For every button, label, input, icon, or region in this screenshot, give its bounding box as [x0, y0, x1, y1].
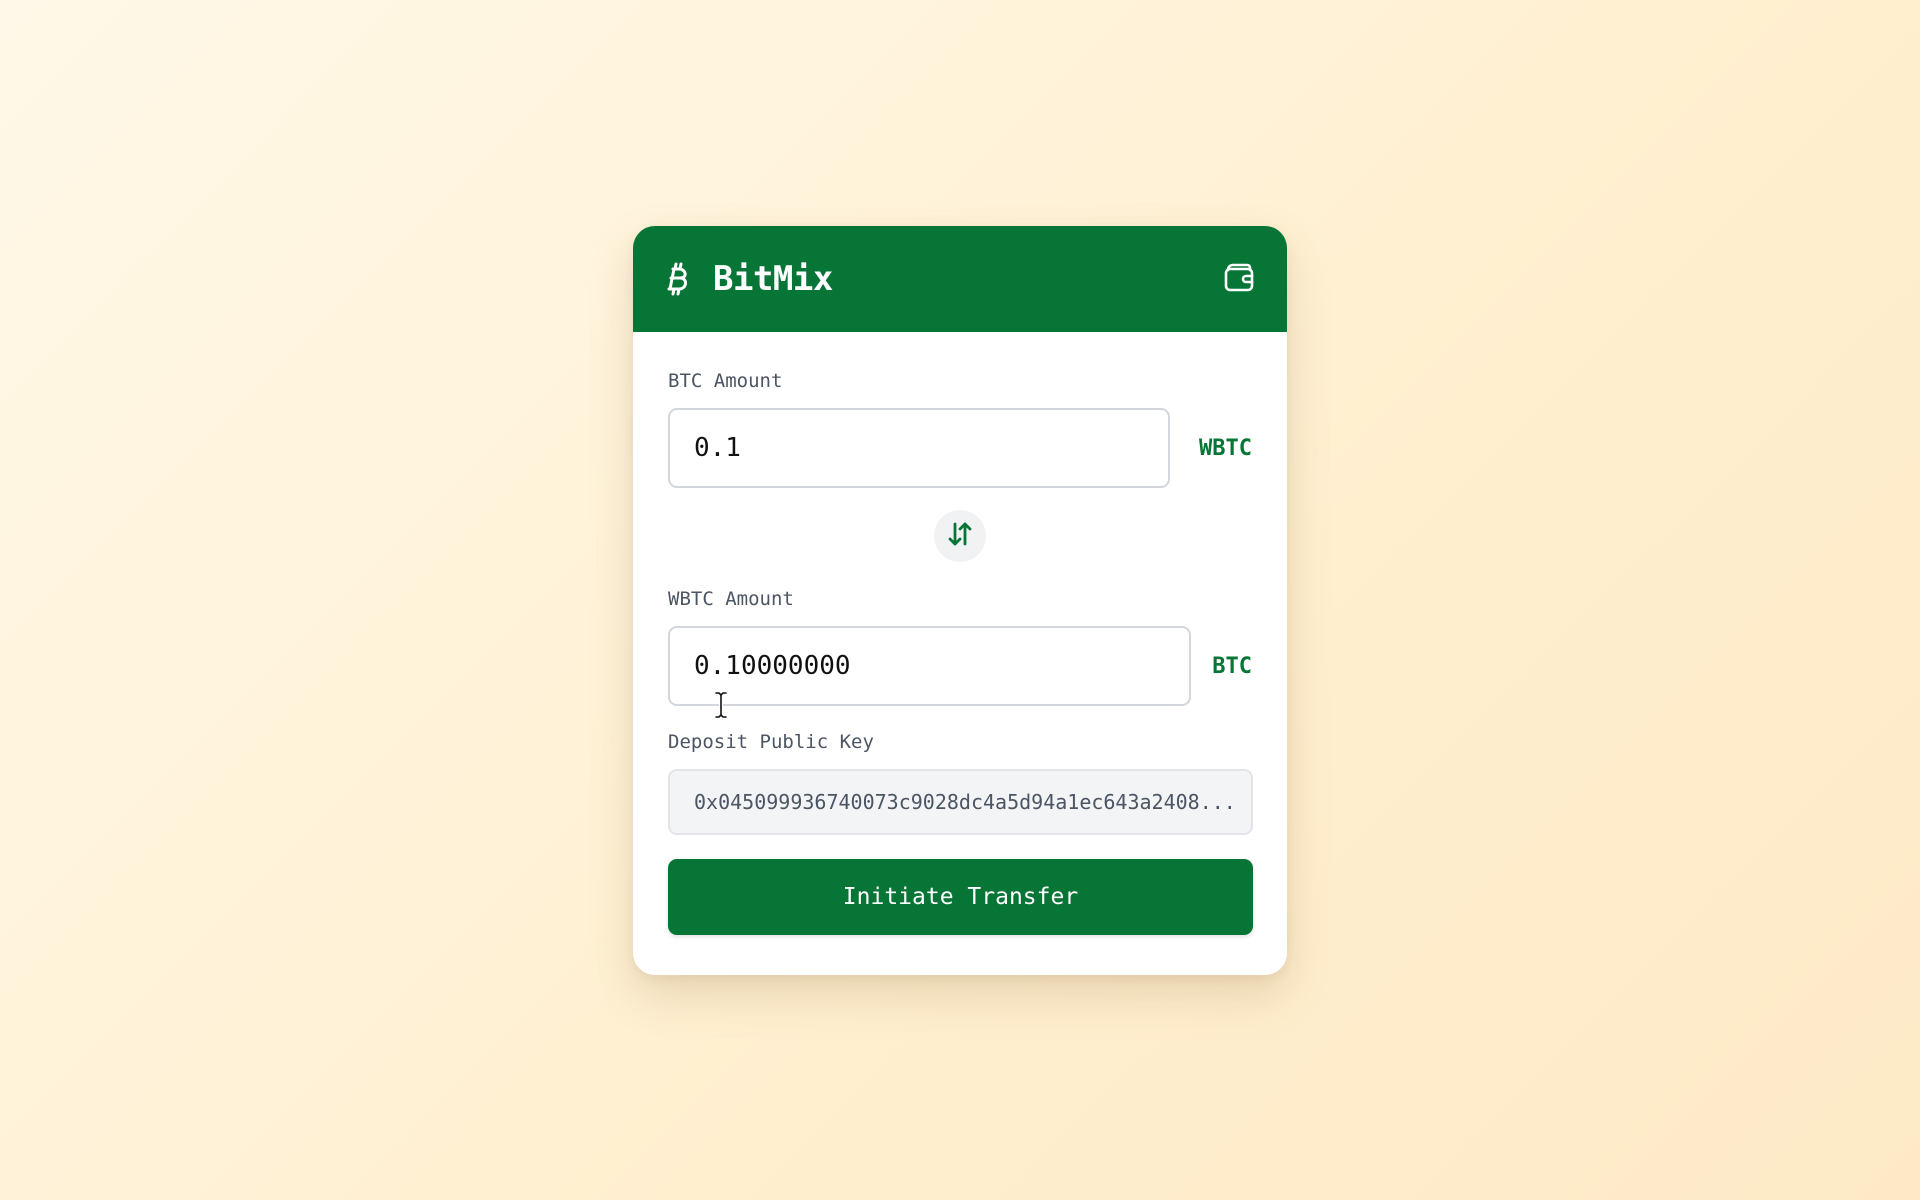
wbtc-amount-row: BTC — [668, 626, 1252, 706]
swap-button[interactable] — [934, 510, 986, 562]
btc-amount-row: WBTC — [668, 408, 1252, 488]
wallet-button[interactable] — [1221, 261, 1257, 297]
initiate-transfer-button[interactable]: Initiate Transfer — [668, 859, 1253, 935]
wallet-icon — [1223, 261, 1255, 297]
deposit-public-key-field[interactable]: 0x045099936740073c9028dc4a5d94a1ec643a24… — [668, 769, 1253, 835]
swap-arrows-icon — [946, 521, 974, 551]
bridge-card: BitMix BTC Amount WBTC — [633, 226, 1287, 975]
wbtc-amount-label: WBTC Amount — [668, 588, 794, 610]
text-cursor-icon — [713, 690, 729, 720]
wbtc-amount-input[interactable] — [668, 626, 1191, 706]
app-title: BitMix — [713, 259, 833, 299]
btc-amount-unit: WBTC — [1199, 435, 1252, 461]
swap-wrap — [668, 510, 1252, 562]
brand: BitMix — [667, 259, 1221, 299]
deposit-public-key-label: Deposit Public Key — [668, 731, 874, 753]
app-header: BitMix — [633, 226, 1287, 332]
wbtc-amount-unit: BTC — [1212, 653, 1252, 679]
btc-amount-input[interactable] — [668, 408, 1170, 488]
bitcoin-icon — [667, 260, 693, 298]
btc-amount-label: BTC Amount — [668, 370, 783, 392]
form-body: BTC Amount WBTC WBTC — [633, 332, 1287, 935]
